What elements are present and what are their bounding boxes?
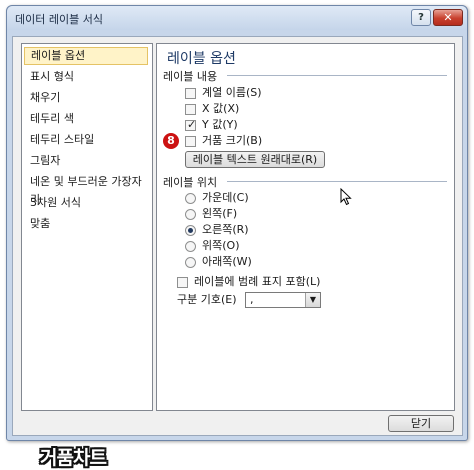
category-border-color[interactable]: 테두리 색 xyxy=(24,110,148,128)
x-value-checkbox[interactable] xyxy=(185,104,196,115)
y-value-checkbox[interactable]: ✓ xyxy=(185,118,197,131)
section-divider xyxy=(227,75,447,76)
separator-value: , xyxy=(250,293,254,306)
position-right-label: 오른쪽(R) xyxy=(202,223,249,236)
category-list: 레이블 옵션 표시 형식 채우기 테두리 색 테두리 스타일 그림자 네온 및 … xyxy=(21,43,153,411)
position-below-label: 아래쪽(W) xyxy=(202,255,252,268)
options-panel: 레이블 옵션 레이블 내용 계열 이름(S) X 값(X) ✓ Y 값(Y) 8… xyxy=(156,43,455,411)
watermark-text: 거품차트 xyxy=(40,447,107,469)
position-center-radio[interactable] xyxy=(185,193,196,204)
mouse-pointer-icon xyxy=(340,188,352,206)
position-left-radio[interactable] xyxy=(185,209,196,220)
category-shadow[interactable]: 그림자 xyxy=(24,152,148,170)
category-label-options[interactable]: 레이블 옵션 xyxy=(24,47,148,65)
dialog-body: 레이블 옵션 표시 형식 채우기 테두리 색 테두리 스타일 그림자 네온 및 … xyxy=(12,36,463,436)
close-button[interactable]: 닫기 xyxy=(388,415,454,432)
label-contains-heading: 레이블 내용 xyxy=(163,70,218,83)
category-border-style[interactable]: 테두리 스타일 xyxy=(24,131,148,149)
position-left-label: 왼쪽(F) xyxy=(202,207,238,220)
bubble-size-label: 거품 크기(B) xyxy=(202,134,263,147)
label-position-heading: 레이블 위치 xyxy=(163,176,218,189)
position-below-radio[interactable] xyxy=(185,257,196,268)
position-right-radio[interactable] xyxy=(185,225,196,236)
category-alignment[interactable]: 맞춤 xyxy=(24,215,148,233)
reset-label-text-button[interactable]: 레이블 텍스트 원래대로(R) xyxy=(185,151,325,168)
include-legend-key-checkbox[interactable] xyxy=(177,277,188,288)
category-fill[interactable]: 채우기 xyxy=(24,89,148,107)
series-name-checkbox[interactable] xyxy=(185,88,196,99)
x-value-label: X 값(X) xyxy=(202,102,240,115)
category-3d-format[interactable]: 3차원 서식 xyxy=(24,194,148,212)
step-number-badge: 8 xyxy=(163,133,179,149)
position-above-label: 위쪽(O) xyxy=(202,239,240,252)
checkmark-icon: ✓ xyxy=(187,118,197,131)
category-number-format[interactable]: 표시 형식 xyxy=(24,68,148,86)
y-value-label: Y 값(Y) xyxy=(202,118,238,131)
radio-selected-dot xyxy=(188,228,193,233)
category-glow-soft-edges[interactable]: 네온 및 부드러운 가장자리 xyxy=(24,173,148,206)
dialog-title: 데이터 레이블 서식 xyxy=(15,13,103,26)
separator-label: 구분 기호(E) xyxy=(177,293,237,306)
position-center-label: 가운데(C) xyxy=(202,191,249,204)
dialog-window: 데이터 레이블 서식 ? ✕ 레이블 옵션 표시 형식 채우기 테두리 색 테두… xyxy=(6,5,468,441)
include-legend-key-label: 레이블에 범례 표지 포함(L) xyxy=(194,275,321,288)
panel-title: 레이블 옵션 xyxy=(167,51,236,67)
close-window-button[interactable]: ✕ xyxy=(433,9,463,26)
help-button[interactable]: ? xyxy=(411,9,431,26)
chevron-down-icon[interactable]: ▼ xyxy=(305,293,320,307)
bubble-size-checkbox[interactable] xyxy=(185,136,196,147)
position-above-radio[interactable] xyxy=(185,241,196,252)
separator-dropdown[interactable]: , ▼ xyxy=(245,292,321,308)
title-bar: 데이터 레이블 서식 ? ✕ xyxy=(7,6,467,30)
series-name-label: 계열 이름(S) xyxy=(202,86,262,99)
section-divider xyxy=(227,181,447,182)
